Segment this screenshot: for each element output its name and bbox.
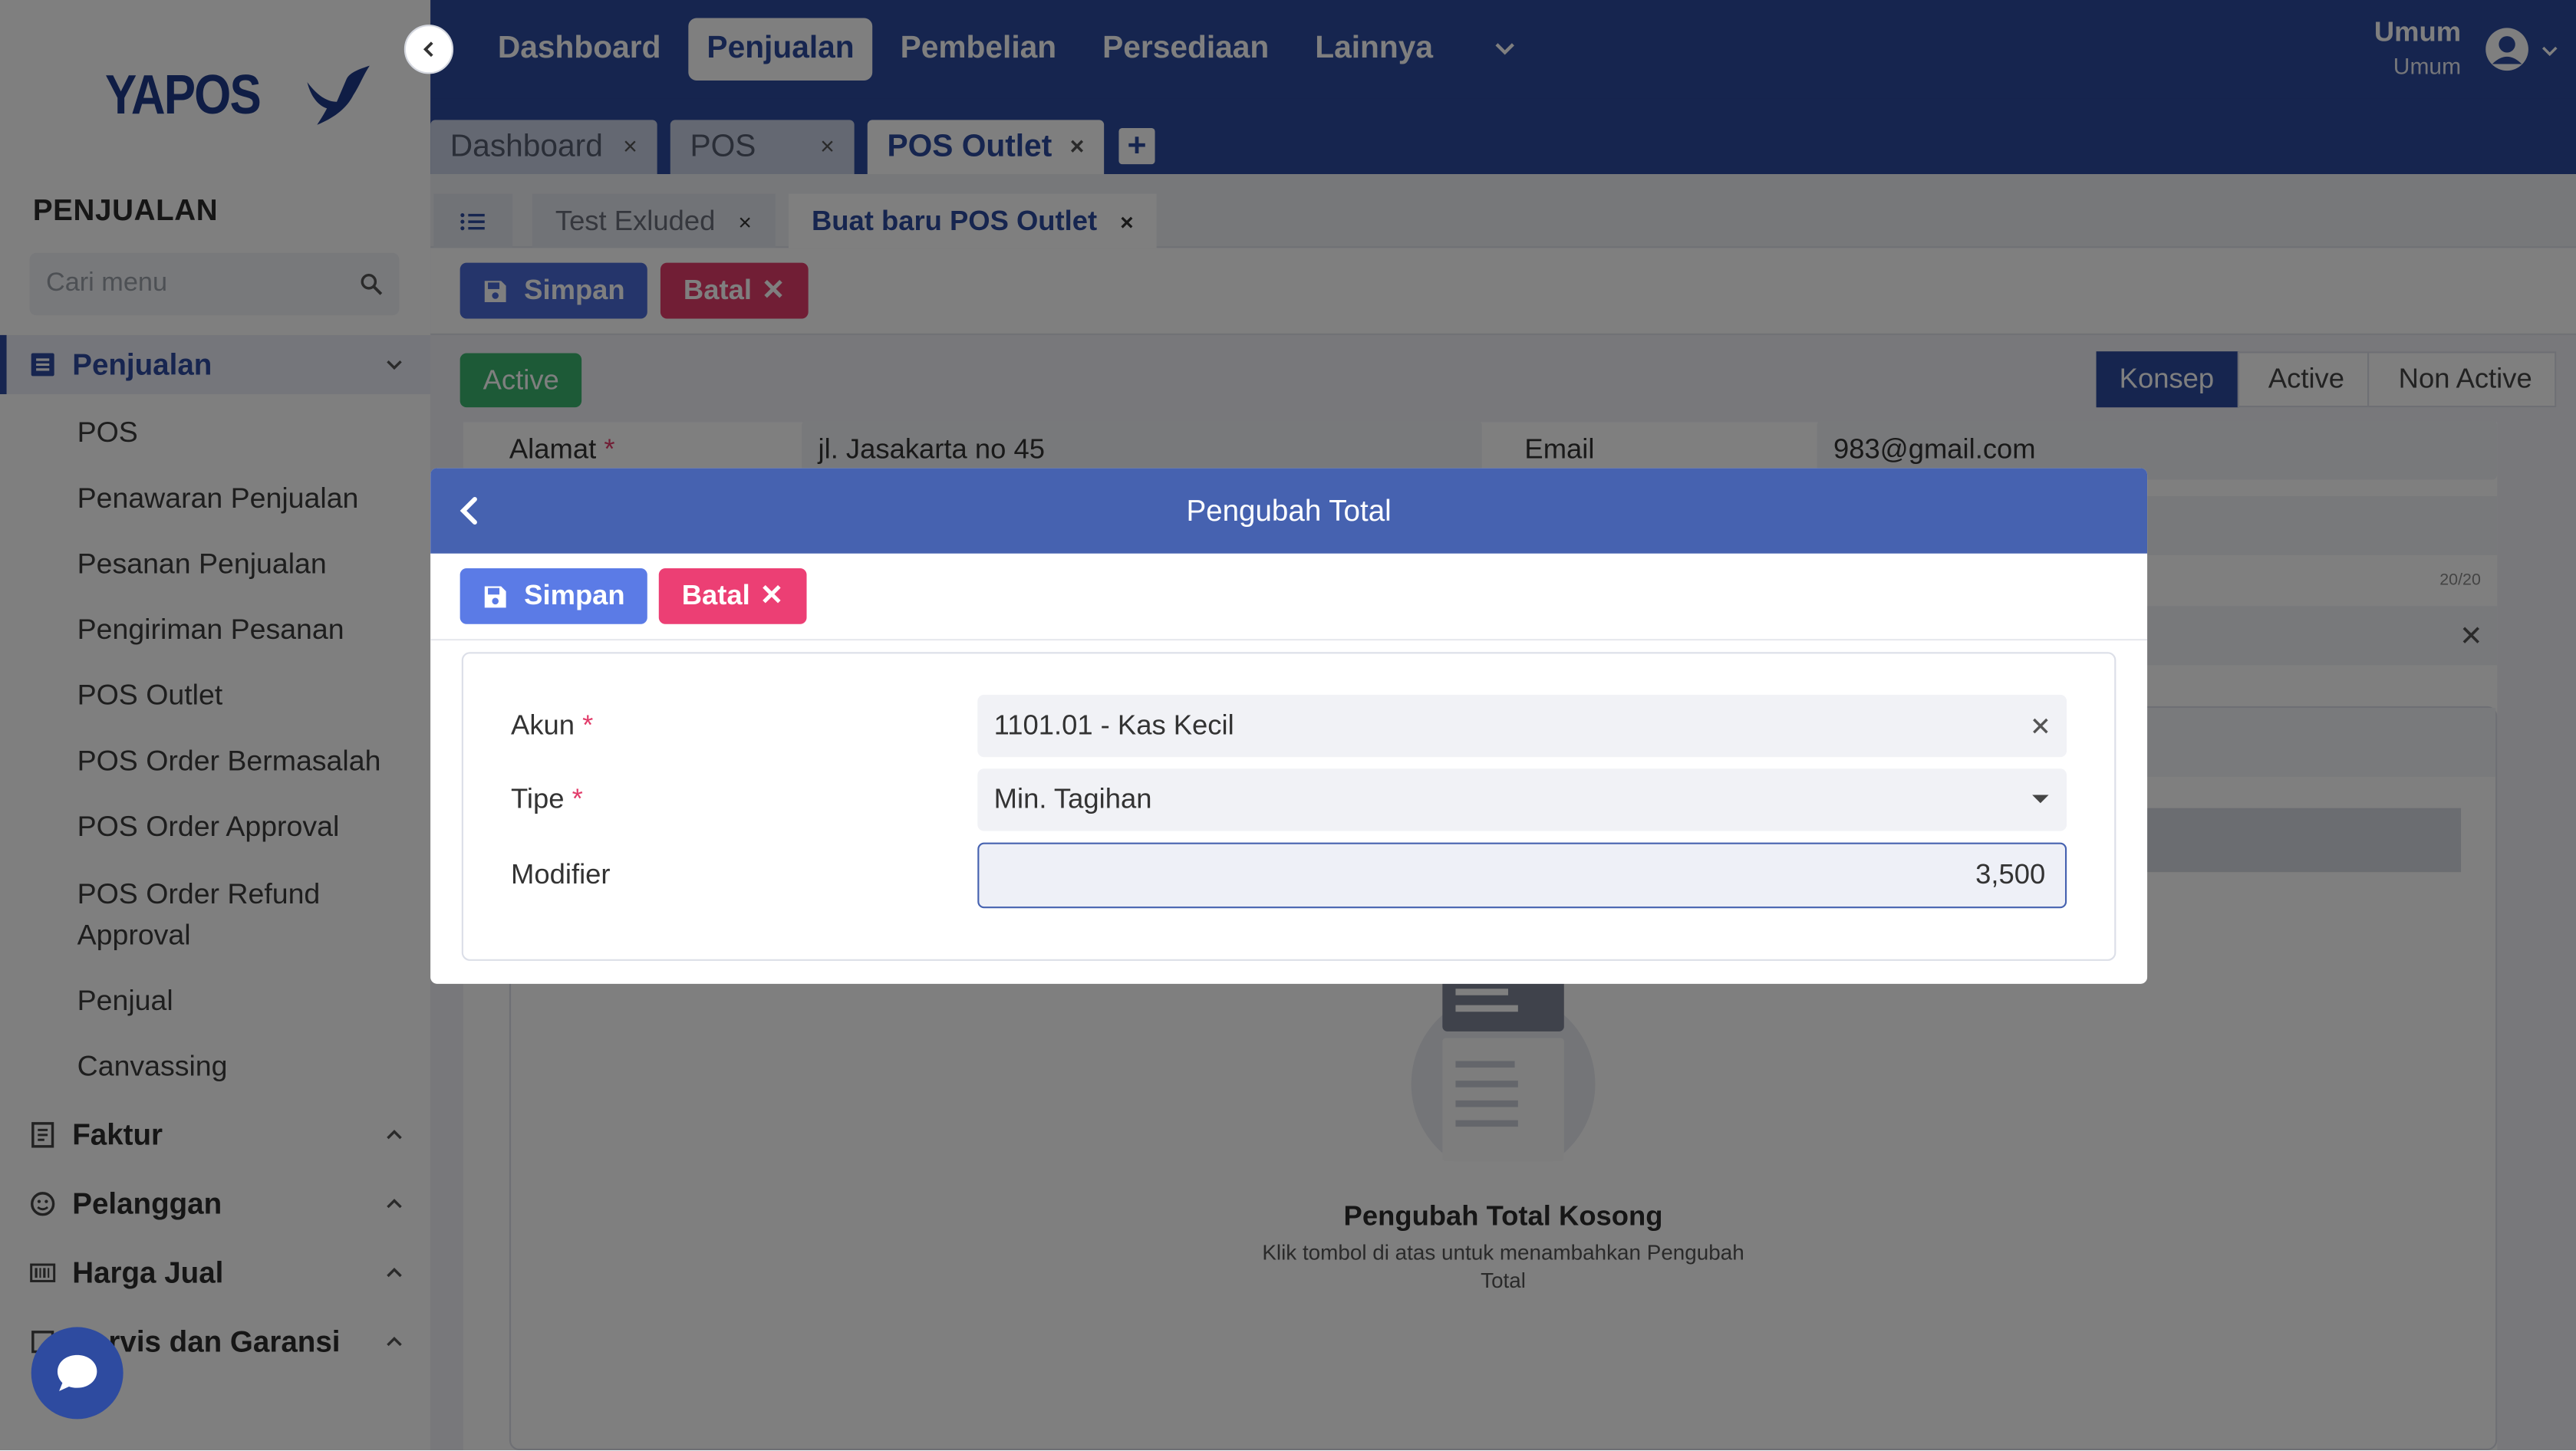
chat-icon [57, 1354, 97, 1391]
modal-form-card: Akun * 1101.01 - Kas Kecil Tipe * Min. T… [461, 652, 2116, 961]
clear-icon[interactable] [2031, 716, 2051, 736]
modal-toolbar: Simpan Batal ✕ [430, 554, 2148, 641]
modal-title: Pengubah Total [1186, 493, 1392, 527]
modifier-input[interactable]: 3,500 [977, 842, 2067, 909]
tipe-value: Min. Tagihan [993, 783, 1152, 815]
caret-down-icon [2032, 795, 2049, 804]
chevron-left-icon [423, 41, 433, 58]
modal-cancel-label: Batal [681, 579, 750, 611]
modifier-modal: Pengubah Total Simpan Batal ✕ Akun * 110… [430, 468, 2148, 984]
modifier-label: Modifier [511, 859, 611, 890]
sidebar-collapse-button[interactable] [404, 25, 454, 74]
akun-value: 1101.01 - Kas Kecil [993, 709, 1234, 741]
save-icon [484, 585, 506, 607]
back-arrow-icon[interactable] [450, 491, 489, 530]
modal-save-button[interactable]: Simpan [460, 568, 648, 624]
tipe-select[interactable]: Min. Tagihan [977, 768, 2067, 831]
akun-label: Akun * [511, 709, 594, 741]
modal-save-label: Simpan [524, 579, 625, 611]
chat-button[interactable] [31, 1327, 124, 1420]
akun-select[interactable]: 1101.01 - Kas Kecil [977, 694, 2067, 758]
modal-cancel-button[interactable]: Batal ✕ [658, 568, 807, 624]
app-window: YAPOS PENJUALAN Cari menu Penjualan POS … [0, 0, 2576, 1451]
tipe-label: Tipe * [511, 783, 583, 815]
close-icon: ✕ [759, 579, 784, 611]
